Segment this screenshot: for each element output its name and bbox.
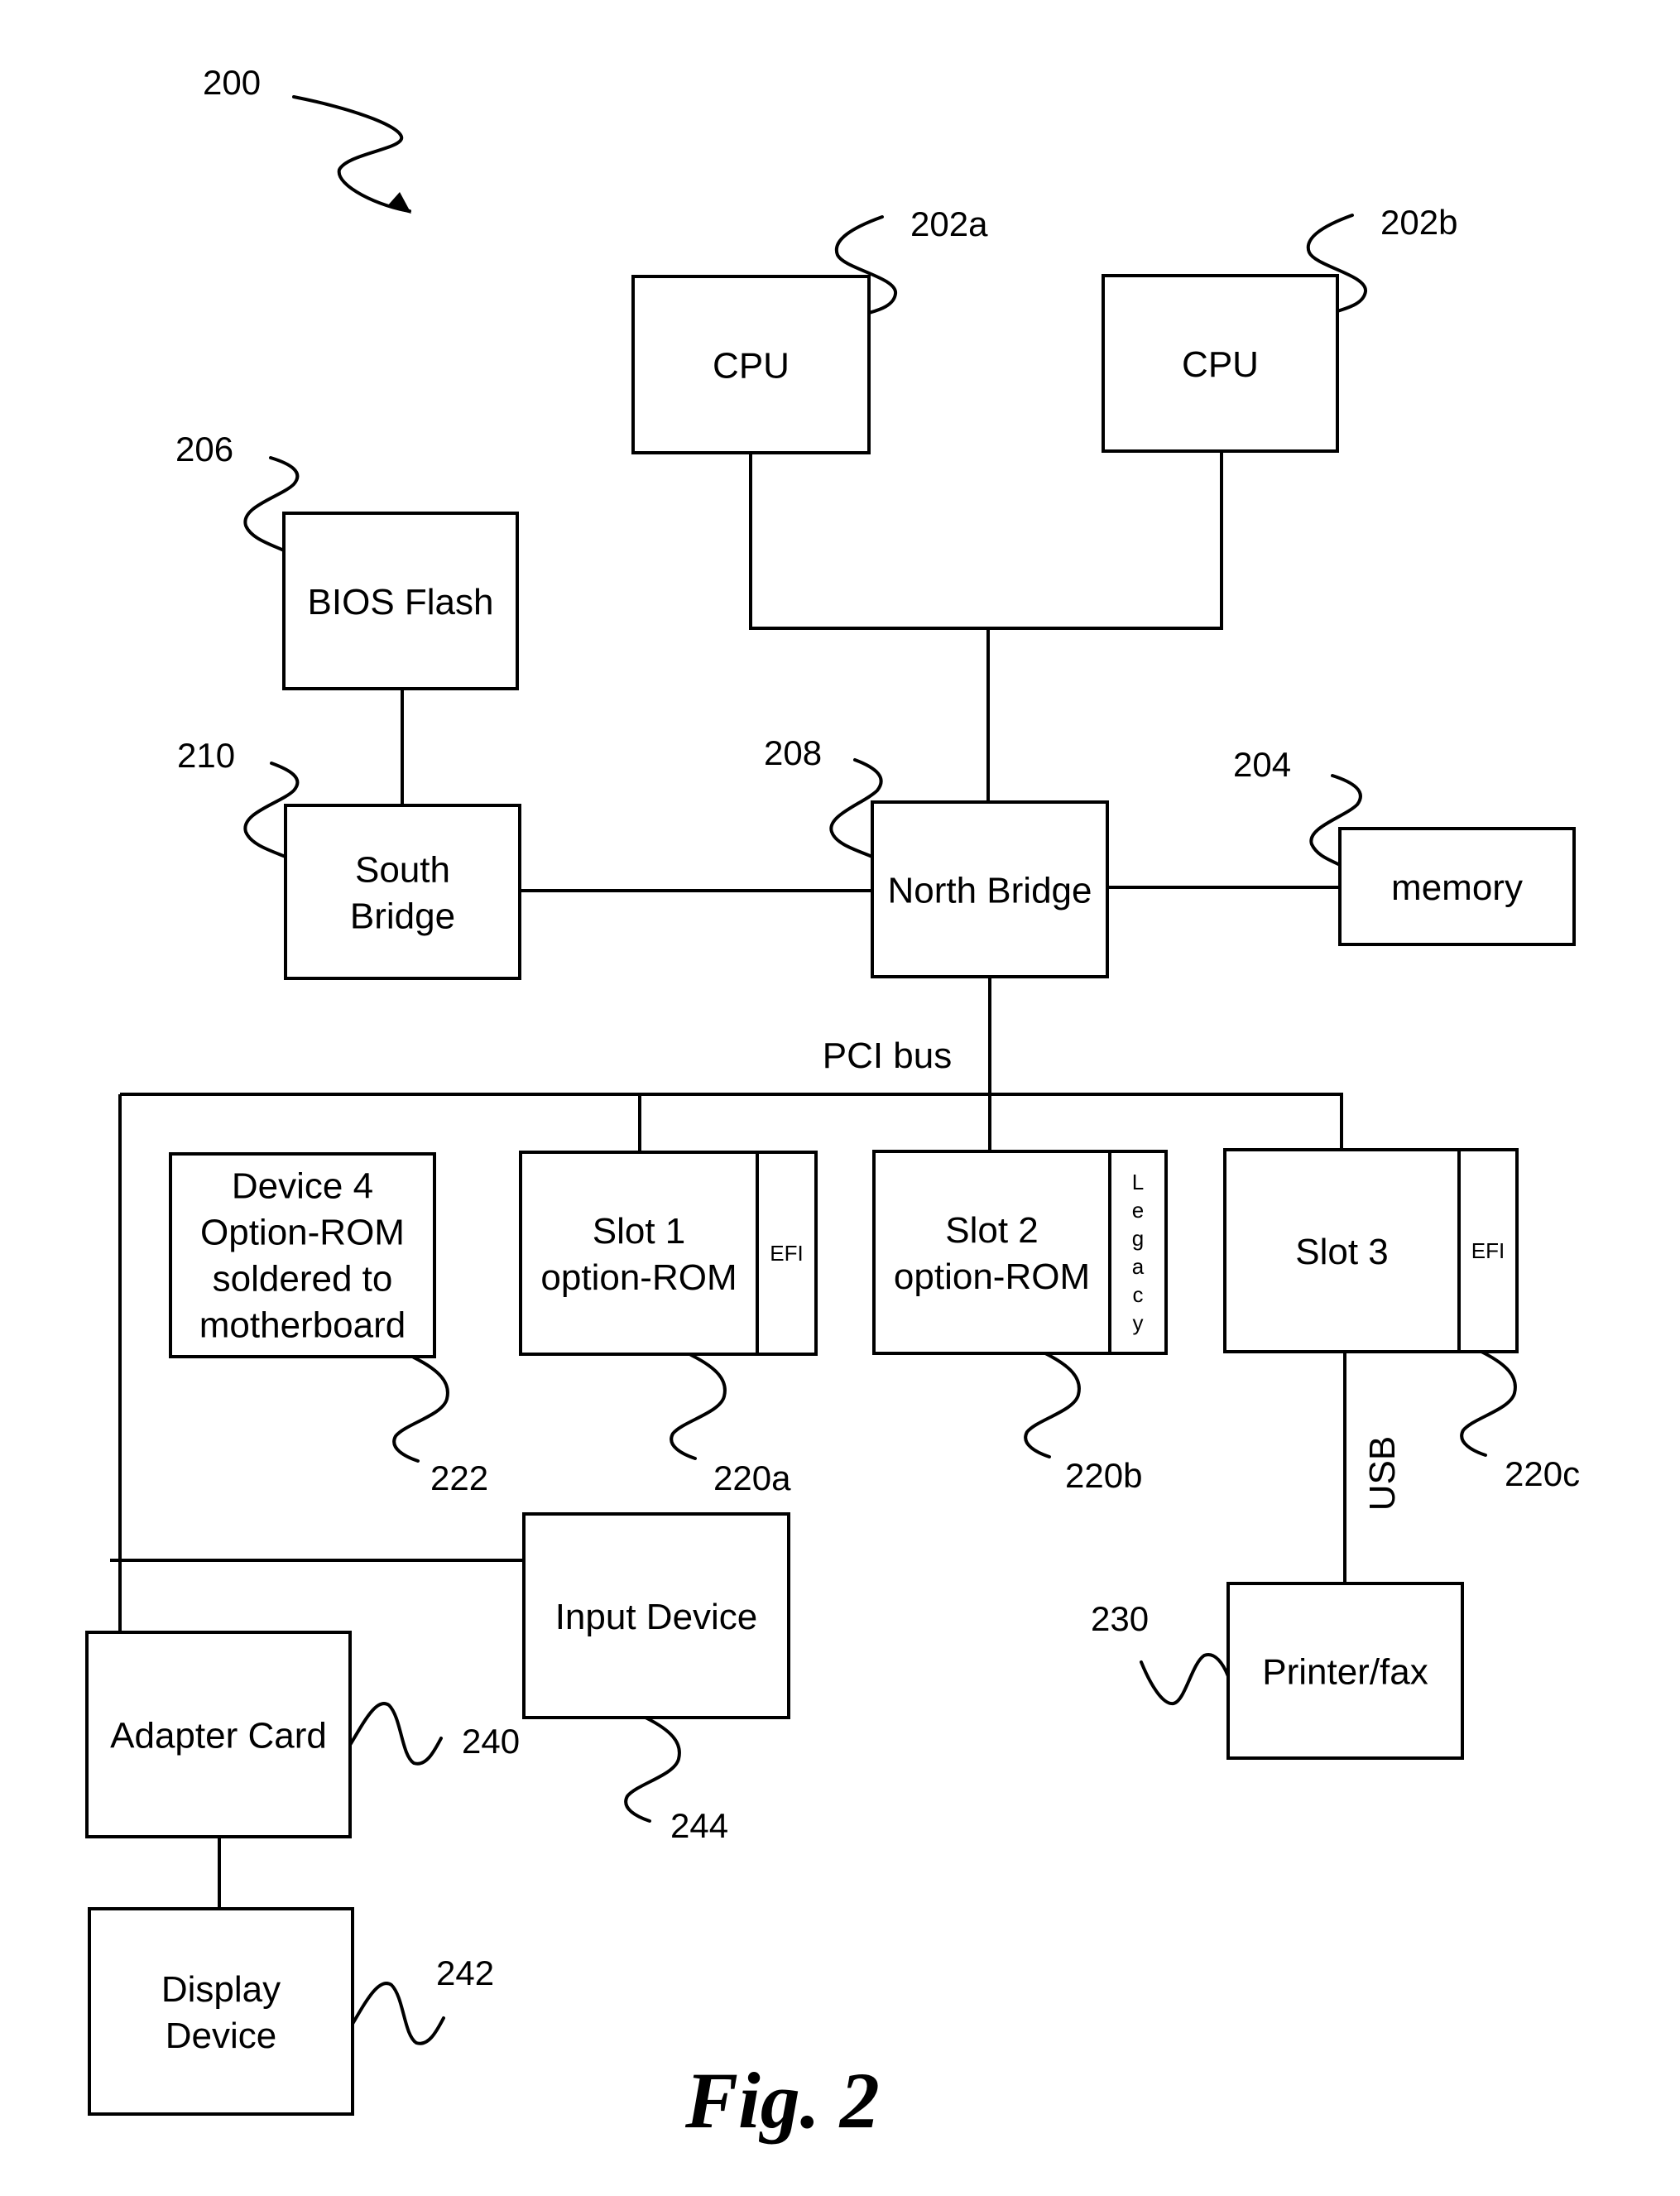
ref-240: 240 <box>462 1722 520 1761</box>
figure-ref-200: 200 <box>203 63 261 102</box>
box-device4: Device 4 Option-ROM soldered to motherboard <box>169 1152 436 1358</box>
box-label-line: Bridge <box>350 896 455 936</box>
box-south-bridge: South Bridge <box>284 804 521 980</box>
box-label-line: Slot 3 <box>1295 1232 1389 1272</box>
side-label-char: a <box>1132 1254 1145 1279</box>
box-label-line: CPU <box>713 345 790 386</box>
figure-caption: Fig. 2 <box>684 2056 880 2145</box>
leader-222 <box>392 1356 449 1463</box>
ref-244: 244 <box>670 1806 728 1845</box>
box-memory: memory <box>1338 827 1576 946</box>
side-label-char: g <box>1132 1226 1144 1251</box>
box-label-line: Device 4 <box>232 1166 373 1207</box>
leader-240 <box>348 1702 443 1766</box>
ref-204: 204 <box>1233 745 1291 784</box>
pci-bus-label: PCI bus <box>823 1036 953 1076</box>
leader-220b <box>1024 1352 1081 1458</box>
box-label-line: North Bridge <box>887 870 1092 911</box>
box-cpu-b: CPU <box>1102 274 1339 453</box>
ref-222: 222 <box>430 1458 488 1497</box>
box-label-line: option-ROM <box>894 1257 1090 1297</box>
ref-220c: 220c <box>1505 1454 1580 1493</box>
ref-206: 206 <box>175 430 233 469</box>
leader-220c <box>1460 1350 1517 1457</box>
box-label-line: Adapter Card <box>110 1715 327 1756</box>
box-label-line: memory <box>1391 867 1523 908</box>
box-label-line: Printer/fax <box>1262 1651 1428 1692</box>
leader-200 <box>292 95 411 213</box>
box-label-line: Slot 2 <box>945 1210 1039 1251</box>
leader-220a <box>670 1353 727 1460</box>
box-slot3: Slot 3 EFI <box>1223 1148 1519 1353</box>
side-label: EFI <box>770 1241 803 1266</box>
box-label-line: Device <box>166 2016 277 2056</box>
box-outline <box>872 1150 1168 1355</box>
box-label-line: Display <box>161 1969 281 2010</box>
component-boxes: CPU CPU BIOS Flash South Bridge North Bridge m… <box>85 274 1576 2116</box>
ref-210: 210 <box>177 736 235 775</box>
side-label-char: y <box>1133 1310 1144 1335</box>
usb-label: USB <box>1362 1436 1403 1511</box>
box-label-line: Input Device <box>555 1597 758 1637</box>
box-outline <box>88 1907 354 2116</box>
box-label-line: CPU <box>1182 344 1259 385</box>
ref-242: 242 <box>436 1953 494 1992</box>
ref-220a: 220a <box>713 1458 791 1497</box>
box-display-device: Display Device <box>88 1907 354 2116</box>
ref-202b: 202b <box>1380 203 1457 242</box>
box-label-line: motherboard <box>199 1305 406 1346</box>
box-label-line: South <box>355 849 450 890</box>
ref-230: 230 <box>1091 1599 1149 1638</box>
box-label-line: soldered to <box>213 1259 393 1300</box>
box-printer-fax: Printer/fax <box>1226 1582 1464 1760</box>
box-label-line: option-ROM <box>540 1257 737 1298</box>
wire-0 <box>749 451 1223 630</box>
box-label-line: Slot 1 <box>593 1211 686 1252</box>
box-slot1: Slot 1 option-ROM EFI <box>519 1151 818 1356</box>
box-adapter-card: Adapter Card <box>85 1631 352 1838</box>
side-label: EFI <box>1471 1238 1505 1263</box>
box-label-line: BIOS Flash <box>308 582 494 622</box>
box-label-line: Option-ROM <box>200 1213 405 1253</box>
box-input-device: Input Device <box>522 1512 790 1719</box>
box-cpu-a: CPU <box>631 275 871 454</box>
leader-242 <box>351 1982 445 2045</box>
ref-202a: 202a <box>910 204 988 243</box>
ref-208: 208 <box>764 733 822 772</box>
leader-230 <box>1140 1653 1230 1706</box>
box-bios-flash: BIOS Flash <box>282 512 519 690</box>
box-outline <box>284 804 521 980</box>
box-slot2: Slot 2 option-ROM Legacy <box>872 1150 1168 1355</box>
box-north-bridge: North Bridge <box>871 800 1109 978</box>
side-label-char: e <box>1132 1198 1144 1223</box>
wire-6 <box>120 1093 1343 1150</box>
side-label-char: L <box>1132 1170 1144 1194</box>
ref-220b: 220b <box>1065 1456 1142 1495</box>
side-label-char: c <box>1133 1282 1144 1307</box>
system-block-diagram: CPU CPU BIOS Flash South Bridge North Bridge m… <box>85 63 1580 2145</box>
